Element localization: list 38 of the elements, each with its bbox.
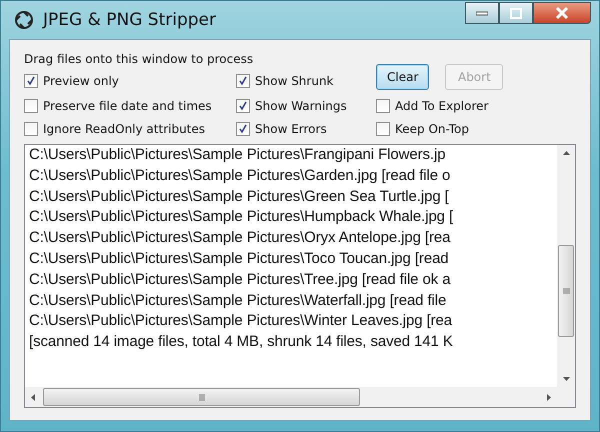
- checkmark-icon: [238, 101, 248, 111]
- option-checkbox[interactable]: Show Warnings: [236, 99, 376, 113]
- option-checkbox[interactable]: Preserve file date and times: [24, 99, 236, 113]
- option-checkbox[interactable]: Keep On-Top: [376, 122, 576, 136]
- checkmark-icon: [26, 76, 36, 86]
- option-checkbox[interactable]: Ignore ReadOnly attributes: [24, 122, 236, 136]
- log-line: [scanned 14 image files, total 4 MB, shrunk 14 files, saved 141 K: [29, 332, 454, 352]
- log-line: C:\Users\Public\Pictures\Sample Pictures\Oryx Antelope.jpg [rea: [29, 228, 452, 248]
- maximize-button[interactable]: [499, 2, 533, 24]
- option-checkbox[interactable]: Show Shrunk: [236, 74, 376, 88]
- scroll-thumb[interactable]: [558, 245, 574, 337]
- close-button[interactable]: [533, 2, 591, 24]
- scroll-down-icon[interactable]: [562, 377, 570, 381]
- instruction-text: Drag files onto this window to process: [24, 52, 254, 66]
- option-checkbox[interactable]: Preview only: [24, 74, 236, 88]
- scroll-right-icon[interactable]: [547, 394, 551, 400]
- log-line: C:\Users\Public\Pictures\Sample Pictures\Frangipani Flowers.jp: [29, 145, 446, 165]
- option-checkbox[interactable]: Add To Explorer: [376, 99, 576, 113]
- log-line: C:\Users\Public\Pictures\Sample Pictures\Toco Toucan.jpg [read: [29, 248, 450, 269]
- scroll-left-icon[interactable]: [31, 394, 35, 400]
- minimize-icon: [476, 10, 488, 16]
- checkmark-icon: [238, 124, 248, 134]
- action-button[interactable]: Clear: [376, 64, 430, 90]
- scroll-thumb[interactable]: [43, 388, 360, 406]
- close-icon: [555, 7, 569, 19]
- log-line: C:\Users\Public\Pictures\Sample Pictures\Humpback Whale.jpg [: [29, 207, 454, 228]
- log-line: C:\Users\Public\Pictures\Sample Pictures\Garden.jpg [read file o: [29, 166, 452, 186]
- app-icon: [13, 9, 35, 31]
- log-line: C:\Users\Public\Pictures\Sample Pictures\Waterfall.jpg [read file: [29, 290, 448, 311]
- log-line: C:\Users\Public\Pictures\Sample Pictures\Winter Leaves.jpg [rea: [29, 311, 454, 332]
- log-line: C:\Users\Public\Pictures\Sample Pictures\Green Sea Turtle.jpg [: [29, 186, 450, 207]
- maximize-icon: [510, 8, 522, 18]
- checkmark-icon: [238, 76, 248, 86]
- option-checkbox[interactable]: Show Errors: [236, 122, 376, 136]
- log-line: C:\Users\Public\Pictures\Sample Pictures\Tree.jpg [read file ok a: [29, 270, 452, 290]
- minimize-button[interactable]: [465, 2, 499, 24]
- window-title: JPEG & PNG Stripper: [43, 10, 216, 30]
- scroll-up-icon[interactable]: [562, 151, 570, 155]
